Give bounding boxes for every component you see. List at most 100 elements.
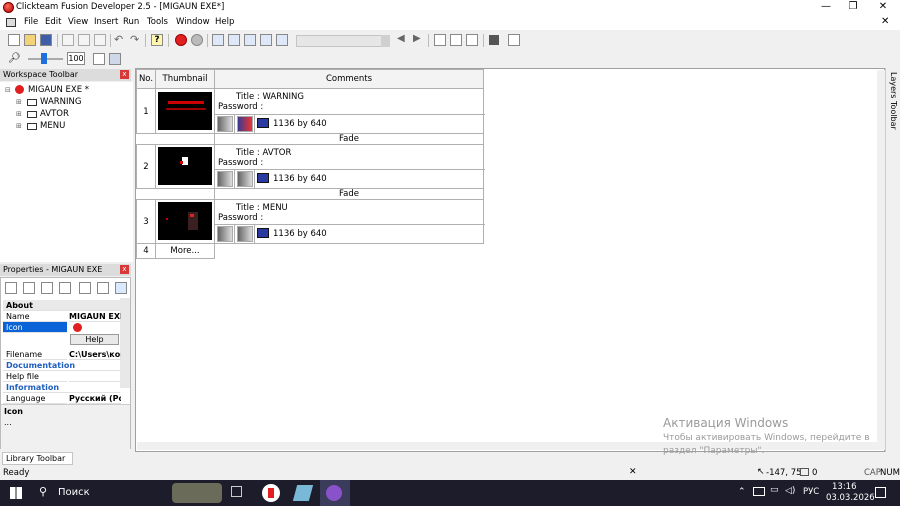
prop-row[interactable]: Language Русский (Рос [3,393,121,404]
runtime-tab-icon[interactable] [41,282,53,294]
task-view-icon[interactable] [231,486,242,497]
undo-icon[interactable]: ↶ [114,33,123,46]
stop-icon[interactable] [175,34,187,46]
cut-icon[interactable] [62,34,74,46]
event-list-icon[interactable] [260,34,272,46]
prev-frame-icon[interactable]: ◀ [397,33,405,44]
minimize-button[interactable]: — [811,0,841,15]
magnifier-icon[interactable]: 🔎︎ [8,53,21,64]
build-icon[interactable] [466,34,478,46]
prop-value[interactable] [69,371,121,382]
frame-thumbnail-cell[interactable] [155,88,215,134]
debugger-icon[interactable] [508,34,520,46]
redo-icon[interactable]: ↷ [130,33,139,46]
event-editor-icon[interactable] [244,34,256,46]
prop-value[interactable]: Русский (Рос [69,393,121,404]
paste-icon[interactable] [94,34,106,46]
record-icon[interactable] [191,34,203,46]
stop-app-icon[interactable] [489,35,499,45]
events-tab-icon[interactable] [79,282,91,294]
close-button[interactable]: ✕ [868,0,898,15]
prop-row[interactable]: Help file [3,371,121,382]
prop-value[interactable]: C:\Users\ком [69,349,121,360]
storyboard-icon[interactable] [212,34,224,46]
new-icon[interactable] [8,34,20,46]
values-tab-icon[interactable] [59,282,71,294]
chevron-down-icon[interactable] [381,35,390,47]
doc-menu-icon[interactable] [6,18,16,27]
zoom-value[interactable]: 100 [67,52,85,65]
fade-out-icon[interactable] [237,116,253,132]
restore-button[interactable]: ❐ [838,0,868,15]
clock-date[interactable]: 03.03.2026 [826,493,875,503]
prop-row[interactable]: Icon [3,322,120,333]
copy-icon[interactable] [78,34,90,46]
tree-frame-avtor[interactable]: AVTOR [40,109,69,119]
more-frames-button[interactable]: More... [155,243,215,259]
library-toolbar-tab[interactable]: Library Toolbar [2,452,73,465]
grid-view-icon[interactable] [93,53,105,65]
menu-view[interactable]: View [68,17,88,27]
battery-icon[interactable]: ▭ [770,485,779,495]
save-icon[interactable] [40,34,52,46]
menu-tools[interactable]: Tools [147,17,168,27]
run-app-icon[interactable] [450,34,462,46]
about-tab-icon[interactable] [97,282,109,294]
zoom-slider-thumb[interactable] [41,53,47,64]
fade-out-icon[interactable] [237,226,253,242]
properties-scrollbar[interactable] [120,298,130,388]
close-icon[interactable]: x [120,265,129,274]
app-taskbar-icon[interactable] [292,485,314,501]
notifications-icon[interactable] [875,487,886,498]
fade-in-icon[interactable] [217,116,233,132]
prop-value[interactable]: MIGAUN EXE [69,311,121,322]
frame-thumbnail-cell[interactable] [155,144,215,189]
tree-frame-warning[interactable]: WARNING [40,97,81,107]
tree-frame-menu[interactable]: MENU [40,121,65,131]
windows-tab-icon[interactable] [115,282,127,294]
fade-in-icon[interactable] [217,171,233,187]
fade-in-icon[interactable] [217,226,233,242]
volume-icon[interactable]: ◁) [785,486,795,496]
window-tab-icon[interactable] [23,282,35,294]
taskbar-search[interactable]: Поиск [58,487,90,498]
network-icon[interactable] [753,487,765,496]
help-icon[interactable]: ? [151,34,163,46]
frame-thumbnail[interactable] [158,92,212,130]
menu-edit[interactable]: Edit [45,17,61,27]
tree-root[interactable]: MIGAUN EXE * [28,85,89,95]
fade-out-icon[interactable] [237,171,253,187]
open-icon[interactable] [24,34,36,46]
data-elements-icon[interactable] [276,34,288,46]
prop-row[interactable]: Help [3,334,120,345]
layers-toolbar-tab[interactable]: Layers Toolbar [889,72,898,130]
language-indicator[interactable]: РУС [803,487,819,497]
frame-editor-icon[interactable] [228,34,240,46]
menu-help[interactable]: Help [215,17,234,27]
list-view-icon[interactable] [109,53,121,65]
prop-row[interactable]: Filename C:\Users\ком [3,349,121,360]
close-icon[interactable]: x [120,70,129,79]
frame-thumbnail[interactable] [158,147,212,185]
windows-start-icon[interactable] [10,487,22,499]
mdi-close-icon[interactable]: ✕ [881,16,889,27]
elephant-widget-icon[interactable] [172,483,222,503]
prop-row[interactable]: Name MIGAUN EXE [3,311,121,322]
run-frame-icon[interactable] [434,34,446,46]
menu-run[interactable]: Run [123,17,139,27]
frame-size[interactable]: 1136 by 640 [273,174,327,184]
vertical-scrollbar[interactable] [877,70,885,450]
settings-tab-icon[interactable] [5,282,17,294]
next-frame-icon[interactable]: ▶ [413,33,421,44]
horizontal-scrollbar[interactable] [137,442,877,450]
menu-window[interactable]: Window [176,17,210,27]
collapse-icon[interactable]: ⊟ [5,86,11,94]
menu-file[interactable]: File [24,17,38,27]
frame-combo[interactable] [296,35,390,47]
expand-icon[interactable]: ⊞ [16,98,22,106]
expand-icon[interactable]: ⊞ [16,122,22,130]
frame-size[interactable]: 1136 by 640 [273,229,327,239]
search-icon[interactable]: ⚲ [39,485,47,498]
frame-size[interactable]: 1136 by 640 [273,119,327,129]
frame-thumbnail[interactable] [158,202,212,240]
